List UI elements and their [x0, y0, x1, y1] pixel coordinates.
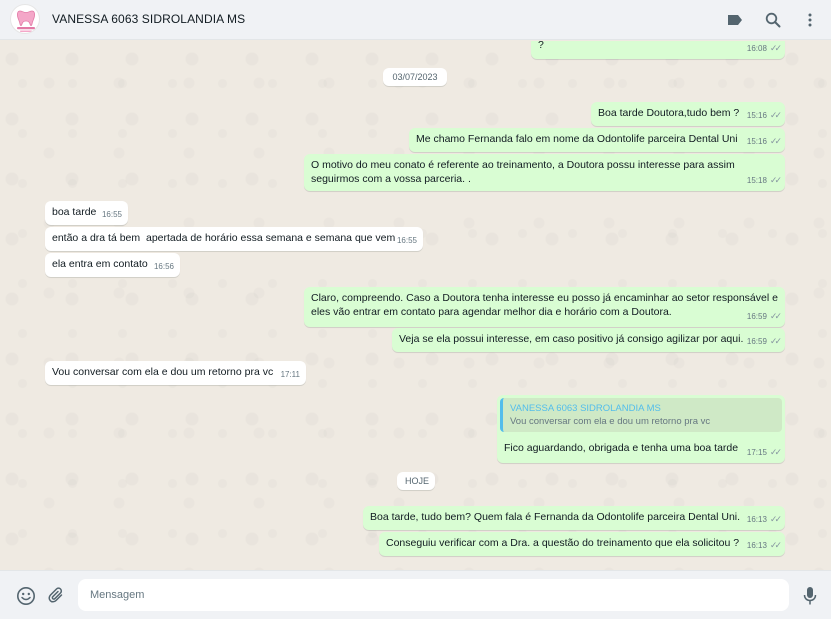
double-check-icon: ✓✓: [769, 336, 782, 346]
double-check-icon: ✓✓: [769, 136, 782, 146]
message-text: Boa tarde Doutora,tudo bem ?: [598, 107, 740, 119]
message-time: 16:56: [153, 262, 174, 271]
message-text: Veja se ela possui interesse, em caso po…: [399, 333, 744, 345]
message-text: Fico aguardando, obrigada e tenha uma bo…: [504, 442, 739, 454]
message-time: 16:55: [396, 236, 417, 245]
message-text: ela entra em contato: [52, 258, 148, 270]
quote-text: Vou conversar com ela e dou um retorno p…: [510, 416, 711, 427]
message-text: Vou conversar com ela e dou um retorno p…: [52, 366, 274, 378]
message-meta: 15:16 ✓✓: [746, 136, 782, 146]
message-outgoing[interactable]: Conseguiu verificar com a Dra. a questão…: [379, 532, 785, 556]
message-text: Me chamo Fernanda falo em nome da Odonto…: [416, 133, 738, 145]
message-list[interactable]: ? 16:08 ✓✓ 03/07/2023 Boa tarde Doutora,t…: [0, 41, 831, 570]
message-outgoing[interactable]: O motivo do meu conato é referente ao tr…: [304, 154, 785, 191]
message-meta: 16:13 ✓✓: [746, 540, 782, 550]
message-time: 17:11: [280, 370, 300, 379]
double-check-icon: ✓✓: [769, 311, 782, 321]
message-outgoing[interactable]: Boa tarde, tudo bem? Quem fala é Fernand…: [363, 506, 785, 530]
message-incoming[interactable]: ela entra em contato 16:56: [45, 253, 180, 277]
message-outgoing[interactable]: ? 16:08 ✓✓: [531, 41, 785, 59]
quote-author: VANESSA 6063 SIDROLANDIA MS: [510, 403, 661, 414]
message-meta: 16:08 ✓✓: [746, 43, 782, 53]
contact-name[interactable]: VANESSA 6063 SIDROLANDIA MS: [52, 12, 245, 26]
message-incoming[interactable]: então a dra tá bem apertada de horário e…: [45, 227, 423, 251]
message-text: ?: [538, 41, 544, 51]
search-icon[interactable]: [763, 10, 783, 30]
message-text: boa tarde: [52, 206, 97, 218]
date-separator: HOJE: [397, 472, 435, 490]
message-outgoing[interactable]: Me chamo Fernanda falo em nome da Odonto…: [409, 128, 785, 152]
double-check-icon: ✓✓: [769, 175, 782, 185]
message-outgoing[interactable]: Claro, compreendo. Caso a Doutora tenha …: [304, 287, 785, 327]
message-outgoing[interactable]: Boa tarde Doutora,tudo bem ? 15:16 ✓✓: [591, 102, 785, 126]
double-check-icon: ✓✓: [769, 540, 782, 550]
double-check-icon: ✓✓: [769, 110, 782, 120]
mic-icon[interactable]: [800, 586, 820, 606]
double-check-icon: ✓✓: [769, 447, 782, 457]
double-check-icon: ✓✓: [769, 514, 782, 524]
date-separator: 03/07/2023: [383, 68, 447, 86]
message-outgoing-reply[interactable]: VANESSA 6063 SIDROLANDIA MS Vou conversa…: [497, 395, 785, 463]
tooth-logo-icon: [16, 10, 36, 32]
message-incoming[interactable]: boa tarde 16:55: [45, 201, 128, 225]
message-outgoing[interactable]: Veja se ela possui interesse, em caso po…: [392, 328, 785, 352]
message-meta: 15:18 ✓✓: [746, 175, 782, 185]
double-check-icon: ✓✓: [769, 43, 782, 53]
message-meta: 17:15 ✓✓: [746, 447, 782, 457]
message-input[interactable]: [78, 579, 789, 611]
emoji-icon[interactable]: [16, 586, 36, 606]
message-meta: 16:59 ✓✓: [746, 336, 782, 346]
message-meta: 16:59 ✓✓: [746, 311, 782, 321]
message-meta: 16:13 ✓✓: [746, 514, 782, 524]
message-incoming[interactable]: Vou conversar com ela e dou um retorno p…: [45, 361, 306, 385]
message-text: então a dra tá bem apertada de horário e…: [52, 232, 396, 244]
message-time: 16:55: [101, 210, 122, 219]
message-text: Conseguiu verificar com a Dra. a questão…: [386, 537, 740, 549]
composer-bar: [0, 570, 831, 619]
label-icon[interactable]: [725, 10, 745, 30]
avatar[interactable]: [10, 4, 40, 34]
message-meta: 15:16 ✓✓: [746, 110, 782, 120]
message-text: Boa tarde, tudo bem? Quem fala é Fernand…: [370, 511, 741, 523]
message-text: O motivo do meu conato é referente ao tr…: [311, 159, 735, 185]
chat-header: VANESSA 6063 SIDROLANDIA MS: [0, 0, 831, 40]
more-vertical-icon[interactable]: [800, 10, 820, 30]
attach-icon[interactable]: [47, 586, 67, 606]
message-text: Claro, compreendo. Caso a Doutora tenha …: [311, 292, 778, 318]
quoted-message[interactable]: VANESSA 6063 SIDROLANDIA MS Vou conversa…: [500, 398, 782, 432]
